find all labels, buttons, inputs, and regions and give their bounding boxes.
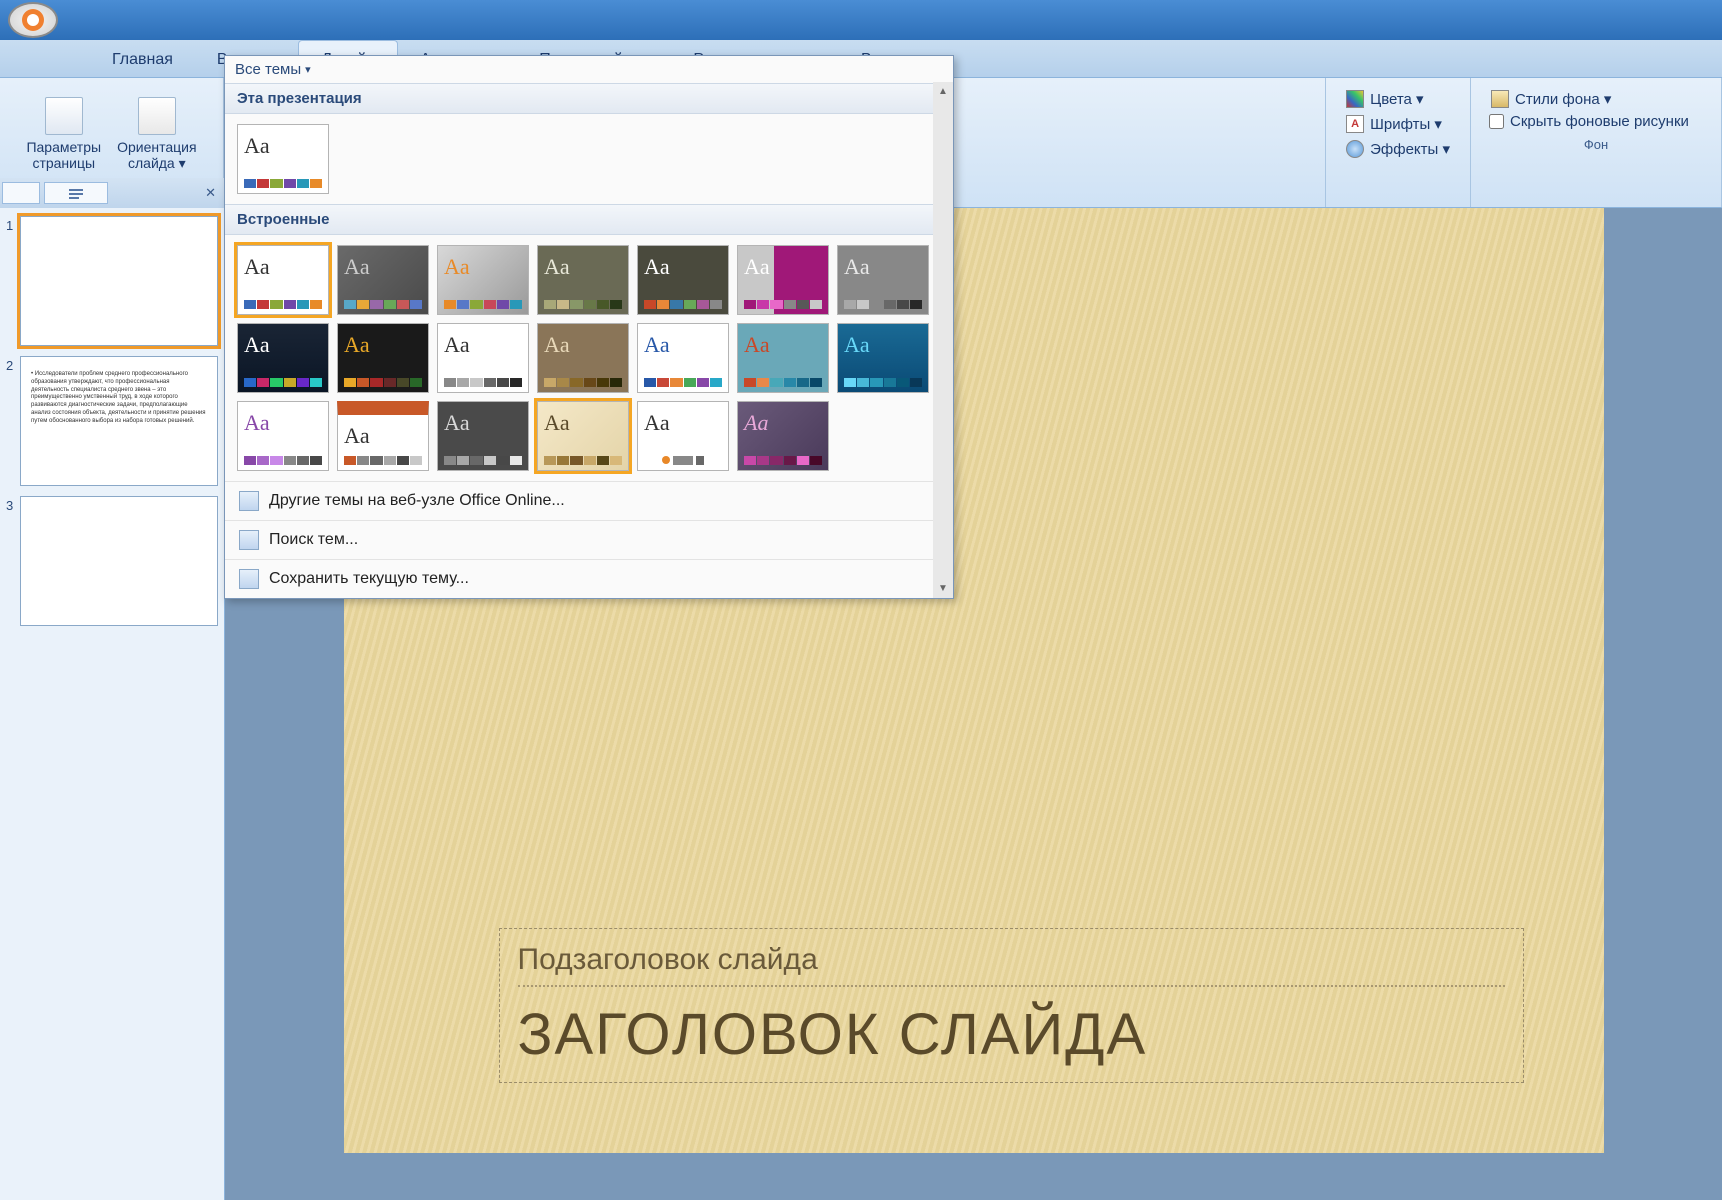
save-icon (239, 569, 259, 589)
orientation-label: Ориентация слайда ▾ (117, 139, 196, 172)
online-icon (239, 491, 259, 511)
slide-number-1: 1 (6, 216, 20, 346)
outline-tab[interactable] (44, 182, 108, 204)
title-bar (0, 0, 1722, 40)
scroll-up-icon[interactable]: ▲ (938, 86, 948, 97)
theme-office-default[interactable]: Aa (237, 124, 329, 194)
page-setup-label: Параметры страницы (26, 139, 101, 171)
colors-label: Цвета ▾ (1370, 90, 1423, 108)
group-bg-label: Фон (1584, 134, 1608, 155)
theme-10[interactable]: Aa (437, 323, 529, 393)
hide-bg-label: Скрыть фоновые рисунки (1510, 113, 1689, 130)
group-theme-options: Цвета ▾ A Шрифты ▾ Эффекты ▾ (1325, 78, 1471, 207)
theme-19[interactable]: Aa (637, 401, 729, 471)
slide-panel-tabs: ✕ (0, 178, 225, 208)
search-themes[interactable]: Поиск тем... (225, 520, 953, 559)
tab-home[interactable]: Главная (90, 41, 195, 77)
all-themes-header[interactable]: Все темы (225, 56, 953, 83)
theme-5[interactable]: Aa (637, 245, 729, 315)
theme-13[interactable]: Aa (737, 323, 829, 393)
effects-button[interactable]: Эффекты ▾ (1344, 138, 1452, 160)
colors-icon (1346, 90, 1364, 108)
section-this-presentation: Эта презентация (225, 83, 953, 114)
builtin-themes-grid: Aa Aa Aa Aa Aa Aa Aa Aa Aa Aa Aa Aa Aa A… (225, 235, 953, 481)
panel-close-button[interactable]: ✕ (205, 185, 216, 201)
slide-2-preview[interactable]: • Исследователи проблем среднего професс… (20, 356, 218, 486)
effects-label: Эффекты ▾ (1370, 140, 1450, 158)
theme-4[interactable]: Aa (537, 245, 629, 315)
more-themes-online[interactable]: Другие темы на веб-узле Office Online... (225, 481, 953, 520)
orientation-icon (138, 97, 176, 135)
theme-1[interactable]: Aa (237, 245, 329, 315)
theme-7[interactable]: Aa (837, 245, 929, 315)
slide-number-2: 2 (6, 356, 20, 486)
theme-18-selected[interactable]: Aa (537, 401, 629, 471)
theme-6[interactable]: Aa (737, 245, 829, 315)
search-icon (239, 530, 259, 550)
slide-3-preview[interactable] (20, 496, 218, 626)
gallery-scrollbar[interactable]: ▲▼ (933, 82, 953, 598)
slide-thumbnails-panel: 1 2 • Исследователи проблем среднего про… (0, 208, 225, 1200)
theme-12[interactable]: Aa (637, 323, 729, 393)
fonts-label: Шрифты ▾ (1370, 115, 1442, 133)
bg-styles-icon (1491, 90, 1509, 108)
fonts-icon: A (1346, 115, 1364, 133)
save-current-theme[interactable]: Сохранить текущую тему... (225, 559, 953, 598)
slide-thumb-2[interactable]: 2 • Исследователи проблем среднего профе… (6, 356, 218, 486)
theme-2[interactable]: Aa (337, 245, 429, 315)
theme-16[interactable]: Aa (337, 401, 429, 471)
theme-8[interactable]: Aa (237, 323, 329, 393)
office-button[interactable] (8, 2, 58, 38)
theme-15[interactable]: Aa (237, 401, 329, 471)
divider (518, 985, 1505, 987)
scroll-down-icon[interactable]: ▼ (938, 583, 948, 594)
save-theme-label: Сохранить текущую тему... (269, 570, 469, 588)
theme-9[interactable]: Aa (337, 323, 429, 393)
hide-bg-input[interactable] (1489, 114, 1504, 129)
slide-thumb-3[interactable]: 3 (6, 496, 218, 626)
themes-gallery-dropdown: Все темы Эта презентация Aa Встроенные A… (224, 55, 954, 599)
slide-orientation-button[interactable]: Ориентация слайда ▾ (113, 93, 200, 176)
slides-tab[interactable] (2, 182, 40, 204)
slide-title[interactable]: ЗАГОЛОВОК СЛАЙДА (518, 1001, 1505, 1068)
slide-number-3: 3 (6, 496, 20, 626)
more-online-label: Другие темы на веб-узле Office Online... (269, 492, 565, 510)
theme-17[interactable]: Aa (437, 401, 529, 471)
theme-3[interactable]: Aa (437, 245, 529, 315)
section-builtin: Встроенные (225, 204, 953, 235)
group-background: Стили фона ▾ Скрыть фоновые рисунки Фон (1471, 78, 1722, 207)
page-setup-icon (45, 97, 83, 135)
slide-subtitle[interactable]: Подзаголовок слайда (518, 943, 1505, 977)
page-setup-button[interactable]: Параметры страницы (22, 93, 105, 175)
colors-button[interactable]: Цвета ▾ (1344, 88, 1452, 110)
background-styles-button[interactable]: Стили фона ▾ (1489, 88, 1703, 110)
theme-20[interactable]: Aa (737, 401, 829, 471)
hide-background-checkbox[interactable]: Скрыть фоновые рисунки (1489, 113, 1703, 130)
this-presentation-row: Aa (225, 114, 953, 204)
slide-thumb-1[interactable]: 1 (6, 216, 218, 346)
slide-1-preview[interactable] (20, 216, 218, 346)
title-text-box[interactable]: Подзаголовок слайда ЗАГОЛОВОК СЛАЙДА (499, 928, 1524, 1083)
bg-styles-label: Стили фона ▾ (1515, 90, 1611, 108)
theme-14[interactable]: Aa (837, 323, 929, 393)
theme-11[interactable]: Aa (537, 323, 629, 393)
search-themes-label: Поиск тем... (269, 531, 358, 549)
effects-icon (1346, 140, 1364, 158)
fonts-button[interactable]: A Шрифты ▾ (1344, 113, 1452, 135)
